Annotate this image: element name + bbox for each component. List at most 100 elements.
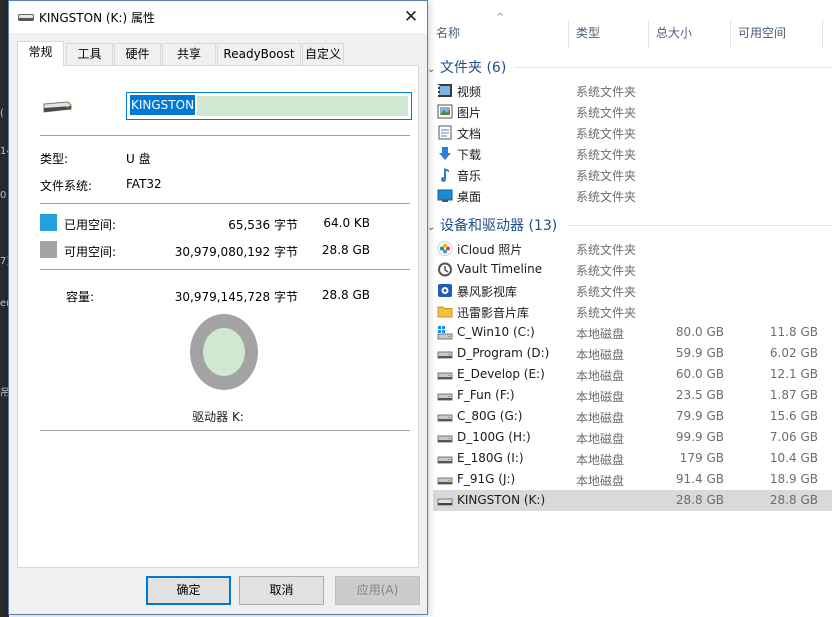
used-space-label: 已用空间:	[64, 218, 117, 232]
background-text-fragment: 0	[0, 190, 7, 201]
used-space-bytes: 65,536 字节	[228, 218, 298, 232]
drive-name-input[interactable]: KINGSTON	[126, 92, 412, 120]
hard-drive-icon	[437, 430, 453, 445]
apply-button[interactable]: 应用(A)	[335, 576, 420, 605]
type-label: 类型:	[40, 152, 69, 166]
input-background	[197, 96, 408, 116]
general-tab-panel: KINGSTON 类型: U 盘 文件系统: FAT32 已用空间: 65,53…	[17, 65, 419, 568]
row-type: 本地磁盘	[576, 369, 625, 383]
column-separator[interactable]	[648, 20, 649, 48]
tab-hardware[interactable]: 硬件	[114, 43, 161, 66]
tab-sharing[interactable]: 共享	[162, 43, 216, 66]
file-list-row[interactable]: 文档 系统文件夹	[433, 122, 832, 143]
tab-readyboost[interactable]: ReadyBoost	[217, 43, 301, 66]
file-list-row[interactable]: 下载 系统文件夹	[433, 143, 832, 164]
row-type: 本地磁盘	[576, 327, 625, 341]
row-type: 系统文件夹	[576, 285, 637, 299]
divider	[40, 135, 410, 136]
row-name: D_100G (H:)	[457, 430, 531, 444]
row-free-space: 11.8 GB	[769, 325, 818, 339]
file-list-row[interactable]: C_Win10 (C:) 本地磁盘 80.0 GB 11.8 GB	[433, 322, 832, 343]
file-list-row[interactable]: F_Fun (F:) 本地磁盘 23.5 GB 1.87 GB	[433, 385, 832, 406]
column-separator[interactable]	[822, 20, 823, 48]
free-space-swatch	[40, 241, 57, 258]
row-name: Vault Timeline	[457, 262, 543, 276]
file-list-row[interactable]: 迅雷影音片库 系统文件夹	[433, 301, 832, 322]
file-list-row[interactable]: 暴风影视库 系统文件夹	[433, 280, 832, 301]
column-header-total-size[interactable]: 总大小	[656, 24, 692, 41]
tab-tools[interactable]: 工具	[66, 43, 113, 66]
background-text-fragment: (	[0, 108, 4, 119]
hard-drive-icon	[437, 409, 453, 424]
free-space-label: 可用空间:	[64, 245, 117, 259]
music-folder-icon	[437, 167, 453, 182]
capacity-bytes: 30,979,145,728 字节	[174, 290, 298, 304]
tab-customize[interactable]: 自定义	[302, 43, 344, 66]
vault-timeline-icon	[437, 262, 453, 277]
file-list-row[interactable]: KINGSTON (K:) 28.8 GB 28.8 GB	[433, 490, 832, 511]
ok-button[interactable]: 确定	[146, 576, 231, 605]
group-header-devices[interactable]: ⌄ 设备和驱动器 (13)	[427, 215, 557, 235]
row-type: 本地磁盘	[576, 453, 625, 467]
column-header-type[interactable]: 类型	[576, 24, 600, 41]
xunlei-video-icon	[437, 304, 453, 319]
free-space-size: 28.8 GB	[321, 243, 370, 257]
capacity-label: 容量:	[66, 290, 95, 304]
type-value: U 盘	[126, 152, 151, 166]
explorer-file-list: ^ 名称 类型 总大小 可用空间 ⌄ 文件夹 (6) 视频 系统文件夹 图片 系统文件夹…	[427, 0, 832, 617]
usb-drive-icon	[18, 14, 34, 21]
hard-drive-icon	[437, 367, 453, 382]
row-name: F_91G (J:)	[457, 472, 516, 486]
donut-center	[203, 328, 245, 376]
close-button[interactable]: ✕	[395, 1, 427, 33]
row-name: 迅雷影音片库	[457, 306, 530, 320]
pictures-folder-icon	[437, 104, 453, 119]
row-total-size: 99.9 GB	[675, 430, 724, 444]
divider	[40, 203, 410, 204]
file-list-row[interactable]: 音乐 系统文件夹	[433, 164, 832, 185]
file-list-row[interactable]: 桌面 系统文件夹	[433, 185, 832, 206]
row-free-space: 12.1 GB	[769, 367, 818, 381]
file-list-row[interactable]: 视频 系统文件夹	[433, 80, 832, 101]
divider	[40, 269, 410, 270]
file-list-row[interactable]: D_Program (D:) 本地磁盘 59.9 GB 6.02 GB	[433, 343, 832, 364]
row-type: 系统文件夹	[576, 127, 637, 141]
tab-general[interactable]: 常规	[17, 41, 64, 67]
file-list-row[interactable]: E_180G (I:) 本地磁盘 179 GB 10.4 GB	[433, 448, 832, 469]
column-header-free-space[interactable]: 可用空间	[738, 24, 786, 41]
column-separator[interactable]	[730, 20, 731, 48]
hard-drive-icon	[437, 388, 453, 403]
row-name: F_Fun (F:)	[457, 388, 515, 402]
column-header-name[interactable]: 名称	[436, 24, 460, 41]
row-name: 下载	[457, 148, 482, 162]
row-name: iCloud 照片	[457, 243, 523, 257]
row-free-space: 18.9 GB	[769, 472, 818, 486]
group-header-folders[interactable]: ⌄ 文件夹 (6)	[427, 57, 506, 77]
hard-drive-icon	[437, 346, 453, 361]
used-space-swatch	[40, 214, 57, 231]
row-type: 本地磁盘	[576, 348, 625, 362]
column-separator[interactable]	[568, 20, 569, 48]
file-list-row[interactable]: C_80G (G:) 本地磁盘 79.9 GB 15.6 GB	[433, 406, 832, 427]
group-divider	[567, 225, 832, 226]
row-type: 系统文件夹	[576, 85, 637, 99]
baofeng-video-icon	[437, 283, 453, 298]
capacity-size: 28.8 GB	[321, 288, 370, 302]
file-list-row[interactable]: Vault Timeline 系统文件夹	[433, 259, 832, 280]
row-type: 系统文件夹	[576, 106, 637, 120]
row-free-space: 10.4 GB	[769, 451, 818, 465]
row-type: 系统文件夹	[576, 306, 637, 320]
video-folder-icon	[437, 83, 453, 98]
file-list-row[interactable]: F_91G (J:) 本地磁盘 91.4 GB 18.9 GB	[433, 469, 832, 490]
file-list-row[interactable]: D_100G (H:) 本地磁盘 99.9 GB 7.06 GB	[433, 427, 832, 448]
row-name: 桌面	[457, 190, 482, 204]
file-list-row[interactable]: E_Develop (E:) 本地磁盘 60.0 GB 12.1 GB	[433, 364, 832, 385]
used-space-size: 64.0 KB	[323, 216, 370, 230]
row-free-space: 7.06 GB	[769, 430, 818, 444]
dialog-titlebar[interactable]: KINGSTON (K:) 属性 ✕	[9, 1, 427, 33]
downloads-folder-icon	[437, 146, 453, 161]
file-list-row[interactable]: iCloud 照片 系统文件夹	[433, 238, 832, 259]
file-list-row[interactable]: 图片 系统文件夹	[433, 101, 832, 122]
free-space-bytes: 30,979,080,192 字节	[174, 245, 298, 259]
cancel-button[interactable]: 取消	[239, 576, 324, 605]
